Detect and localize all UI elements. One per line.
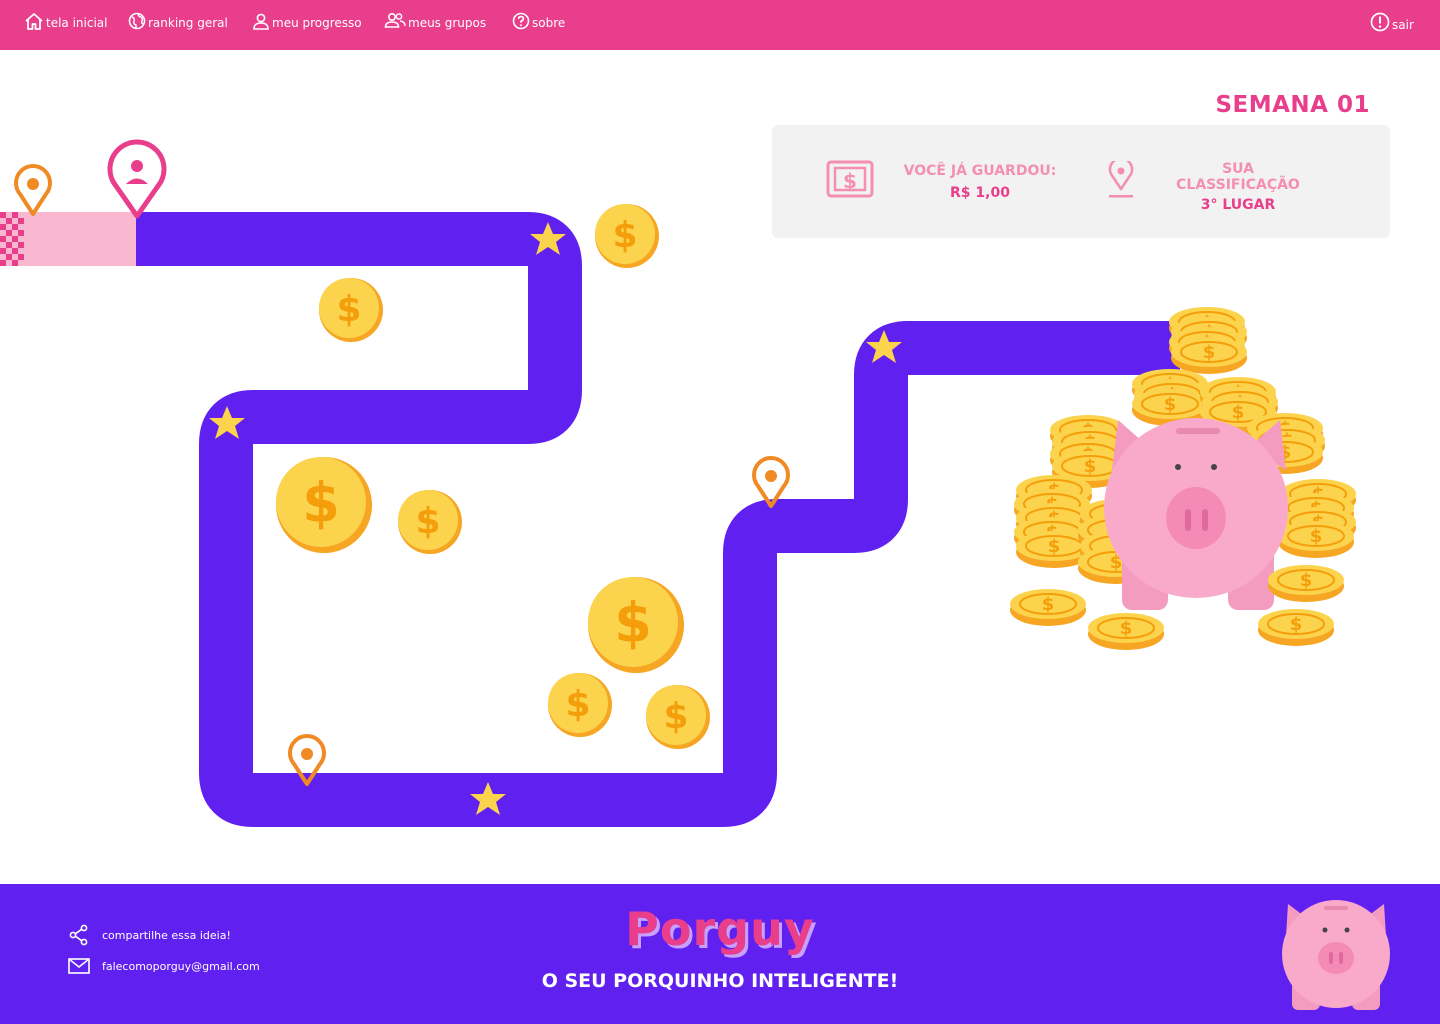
nav-progress[interactable]: meu progresso: [252, 12, 362, 30]
location-pin-icon: [1108, 161, 1134, 198]
alert-icon: [1370, 12, 1390, 32]
nav-home[interactable]: tela inicial: [24, 12, 107, 30]
home-icon: [25, 13, 43, 30]
saved-label: VOCÊ JÁ GUARDOU:: [903, 163, 1057, 179]
coin-icon: [276, 457, 372, 553]
share-icon: [69, 924, 88, 946]
mail-icon: [68, 958, 90, 974]
nav-about[interactable]: sobre: [512, 12, 565, 30]
nav-groups-label: meus grupos: [408, 16, 487, 30]
coin-icon: [319, 278, 383, 342]
coin-icon: [646, 685, 710, 749]
piggy-bank-icon: [1282, 900, 1390, 1010]
brand-logo: Porguy: [625, 902, 815, 956]
money-icon: $: [826, 160, 874, 198]
nav-logout-label: sair: [1392, 18, 1414, 32]
footer: compartilhe essa ideia! falecomoporguy@g…: [0, 884, 1440, 1024]
main-content: $ $: [0, 50, 1440, 884]
share-label: compartilhe essa ideia!: [102, 928, 231, 942]
location-pin-icon[interactable]: [752, 456, 790, 508]
help-icon: [512, 12, 530, 30]
nav-ranking[interactable]: ranking geral: [128, 12, 228, 30]
saved-block: VOCÊ JÁ GUARDOU: R$ 1,00: [900, 163, 1060, 201]
user-icon: [253, 13, 269, 30]
top-navbar: tela inicial ranking geral meu progresso…: [0, 0, 1440, 50]
nav-groups[interactable]: meus grupos: [384, 12, 486, 30]
nav-ranking-label: ranking geral: [148, 16, 228, 30]
coin-icon: [595, 204, 659, 268]
coin-icon: [588, 577, 684, 673]
saved-value: R$ 1,00: [950, 185, 1010, 201]
email-link[interactable]: falecomoporguy@gmail.com: [56, 958, 260, 974]
group-icon: [384, 12, 406, 28]
stats-card: $ VOCÊ JÁ GUARDOU: R$ 1,00 SUA CLASSIFIC…: [772, 125, 1390, 238]
rank-value: 3° LUGAR: [1200, 197, 1276, 213]
share-link[interactable]: compartilhe essa ideia!: [56, 924, 231, 946]
rank-block: SUA CLASSIFICAÇÃO 3° LUGAR: [1158, 161, 1318, 213]
nav-about-label: sobre: [532, 16, 566, 30]
email-label: falecomoporguy@gmail.com: [102, 959, 260, 973]
nav-progress-label: meu progresso: [272, 16, 362, 30]
week-title: SEMANA 01: [1215, 92, 1370, 118]
coin-icon: [548, 673, 612, 737]
brand-tagline: O SEU PORQUINHO INTELIGENTE!: [541, 970, 899, 992]
nav-logout[interactable]: sair: [1370, 12, 1414, 32]
nav-home-label: tela inicial: [46, 16, 108, 30]
globe-icon: [128, 12, 146, 30]
rank-label: SUA CLASSIFICAÇÃO: [1176, 161, 1300, 193]
current-user-pin-icon[interactable]: [107, 139, 167, 219]
coin-icon: [398, 490, 462, 554]
svg-text:$: $: [843, 169, 857, 193]
location-pin-icon[interactable]: [14, 164, 52, 216]
